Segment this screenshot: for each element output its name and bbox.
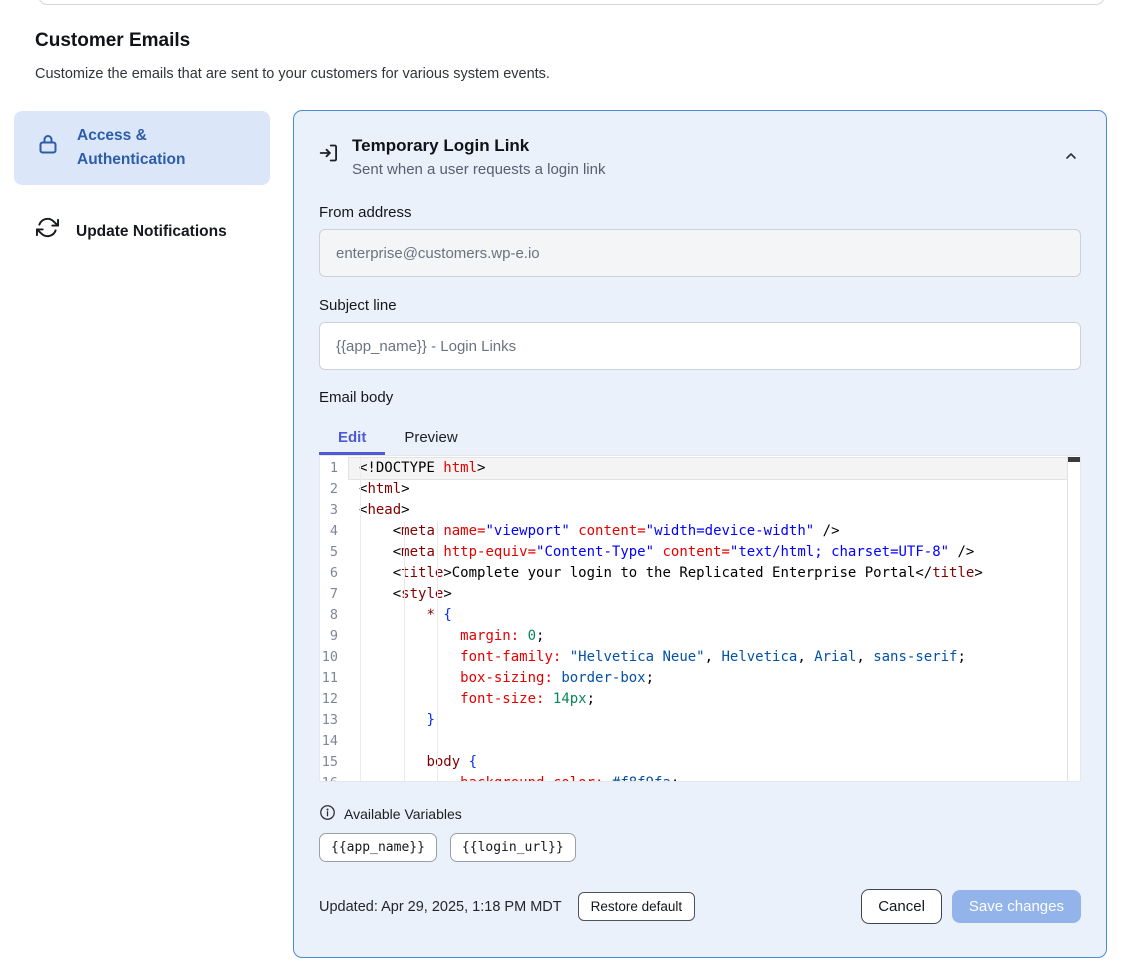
code-line[interactable]: 16 background-color: #f8f9fa; xyxy=(320,773,1080,782)
cancel-button[interactable]: Cancel xyxy=(861,889,942,924)
variable-chips: {{app_name}} {{login_url}} xyxy=(319,833,1081,862)
code-line[interactable]: 7 <style> xyxy=(320,584,1080,605)
code-line[interactable]: 2<html> xyxy=(320,479,1080,500)
lock-icon xyxy=(36,132,60,164)
scrollbar-thumb[interactable] xyxy=(1068,457,1080,462)
email-body-tabs: Edit Preview xyxy=(319,420,1081,455)
temporary-login-link-card: Temporary Login Link Sent when a user re… xyxy=(293,110,1107,958)
variable-chip-app-name[interactable]: {{app_name}} xyxy=(319,833,437,862)
code-line[interactable]: 10 font-family: "Helvetica Neue", Helvet… xyxy=(320,647,1080,668)
sidebar-item-label: Access & Authentication xyxy=(77,124,217,172)
code-line[interactable]: 12 font-size: 14px; xyxy=(320,689,1080,710)
code-line[interactable]: 14 xyxy=(320,731,1080,752)
page-subtitle: Customize the emails that are sent to yo… xyxy=(35,66,550,82)
editor-scrollbar[interactable] xyxy=(1067,456,1080,781)
updated-timestamp: Updated: Apr 29, 2025, 1:18 PM MDT xyxy=(319,899,562,915)
available-variables-row: Available Variables xyxy=(319,804,1081,824)
available-variables-label: Available Variables xyxy=(344,806,462,822)
info-icon xyxy=(319,804,336,824)
card-title: Temporary Login Link xyxy=(352,136,605,156)
code-line[interactable]: 11 box-sizing: border-box; xyxy=(320,668,1080,689)
page-title: Customer Emails xyxy=(35,30,190,52)
indent-guide xyxy=(404,521,405,781)
code-line[interactable]: 15 body { xyxy=(320,752,1080,773)
from-address-input[interactable] xyxy=(319,229,1081,277)
from-address-label: From address xyxy=(319,204,1081,221)
code-line[interactable]: 9 margin: 0; xyxy=(320,626,1080,647)
restore-default-button[interactable]: Restore default xyxy=(578,892,696,921)
email-types-sidebar: Access & Authentication Update Notificat… xyxy=(14,111,270,278)
code-line[interactable]: 4 <meta name="viewport" content="width=d… xyxy=(320,521,1080,542)
code-line[interactable]: 13 } xyxy=(320,710,1080,731)
login-icon xyxy=(319,143,339,178)
sidebar-item-label: Update Notifications xyxy=(76,220,227,244)
code-line[interactable]: 8 * { xyxy=(320,605,1080,626)
tab-edit[interactable]: Edit xyxy=(319,420,385,455)
code-line[interactable]: 6 <title>Complete your login to the Repl… xyxy=(320,563,1080,584)
previous-card-bottom-edge xyxy=(38,0,1105,5)
variable-chip-login-url[interactable]: {{login_url}} xyxy=(450,833,576,862)
refresh-icon xyxy=(36,216,59,247)
code-line[interactable]: 5 <meta http-equiv="Content-Type" conten… xyxy=(320,542,1080,563)
code-line[interactable]: 3<head> xyxy=(320,500,1080,521)
indent-guide xyxy=(437,521,438,781)
sidebar-item-update-notifications[interactable]: Update Notifications xyxy=(14,203,270,260)
subject-line-label: Subject line xyxy=(319,297,1081,314)
email-body-label: Email body xyxy=(319,389,1081,406)
code-editor[interactable]: 1<!DOCTYPE html>2<html>3<head>4 <meta na… xyxy=(319,455,1081,782)
code-line[interactable]: 1<!DOCTYPE html> xyxy=(320,458,1080,479)
subject-line-input[interactable] xyxy=(319,322,1081,370)
gutter-separator xyxy=(360,456,361,781)
card-header: Temporary Login Link Sent when a user re… xyxy=(319,136,1081,178)
tab-preview[interactable]: Preview xyxy=(385,420,476,455)
card-subtitle: Sent when a user requests a login link xyxy=(352,161,605,178)
save-changes-button[interactable]: Save changes xyxy=(952,890,1081,923)
code-editor-lines: 1<!DOCTYPE html>2<html>3<head>4 <meta na… xyxy=(320,458,1080,782)
card-footer: Updated: Apr 29, 2025, 1:18 PM MDT Resto… xyxy=(319,889,1081,924)
sidebar-item-access-authentication[interactable]: Access & Authentication xyxy=(14,111,270,185)
chevron-up-icon[interactable] xyxy=(1063,148,1079,169)
